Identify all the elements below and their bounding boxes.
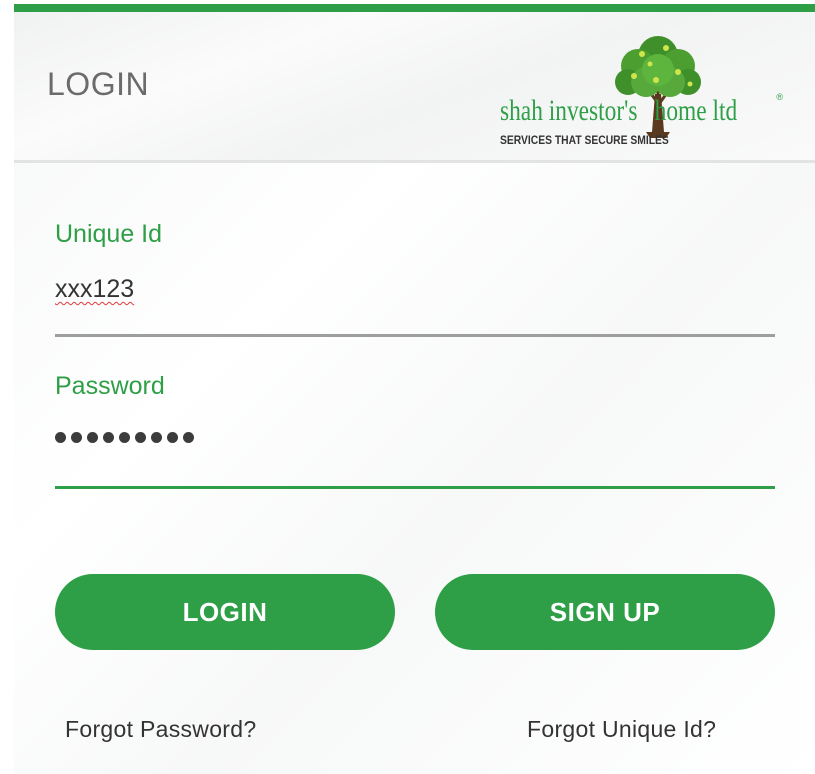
sign-up-button[interactable]: SIGN UP <box>435 574 775 650</box>
forgot-unique-id-link[interactable]: Forgot Unique Id? <box>527 716 716 743</box>
forgot-password-link[interactable]: Forgot Password? <box>65 716 256 743</box>
password-underline <box>55 486 775 489</box>
login-header: LOGIN shah investor's home ltd ® SERVICE… <box>14 12 815 163</box>
unique-id-label: Unique Id <box>55 220 163 248</box>
password-mask-dot <box>87 432 98 443</box>
password-mask-dot <box>151 432 162 443</box>
logo-wordmark: shah investor's home ltd <box>500 94 738 127</box>
password-mask-dot <box>135 432 146 443</box>
password-input[interactable] <box>55 432 194 443</box>
login-card: LOGIN shah investor's home ltd ® SERVICE… <box>14 4 815 774</box>
password-mask-dot <box>183 432 194 443</box>
unique-id-input[interactable]: xxx123 <box>55 275 134 304</box>
unique-id-underline <box>55 334 775 337</box>
logo-tagline: SERVICES THAT SECURE SMILES <box>500 133 669 147</box>
password-label: Password <box>55 372 165 400</box>
registered-mark: ® <box>776 92 783 102</box>
company-logo: shah investor's home ltd ® SERVICES THAT … <box>500 32 785 157</box>
unique-id-value: xxx123 <box>55 275 135 303</box>
password-mask-dot <box>71 432 82 443</box>
password-mask-dot <box>55 432 66 443</box>
login-button[interactable]: LOGIN <box>55 574 395 650</box>
password-mask-dot <box>103 432 114 443</box>
page-title: LOGIN <box>47 66 150 102</box>
password-mask-dot <box>119 432 130 443</box>
password-mask-dot <box>167 432 178 443</box>
